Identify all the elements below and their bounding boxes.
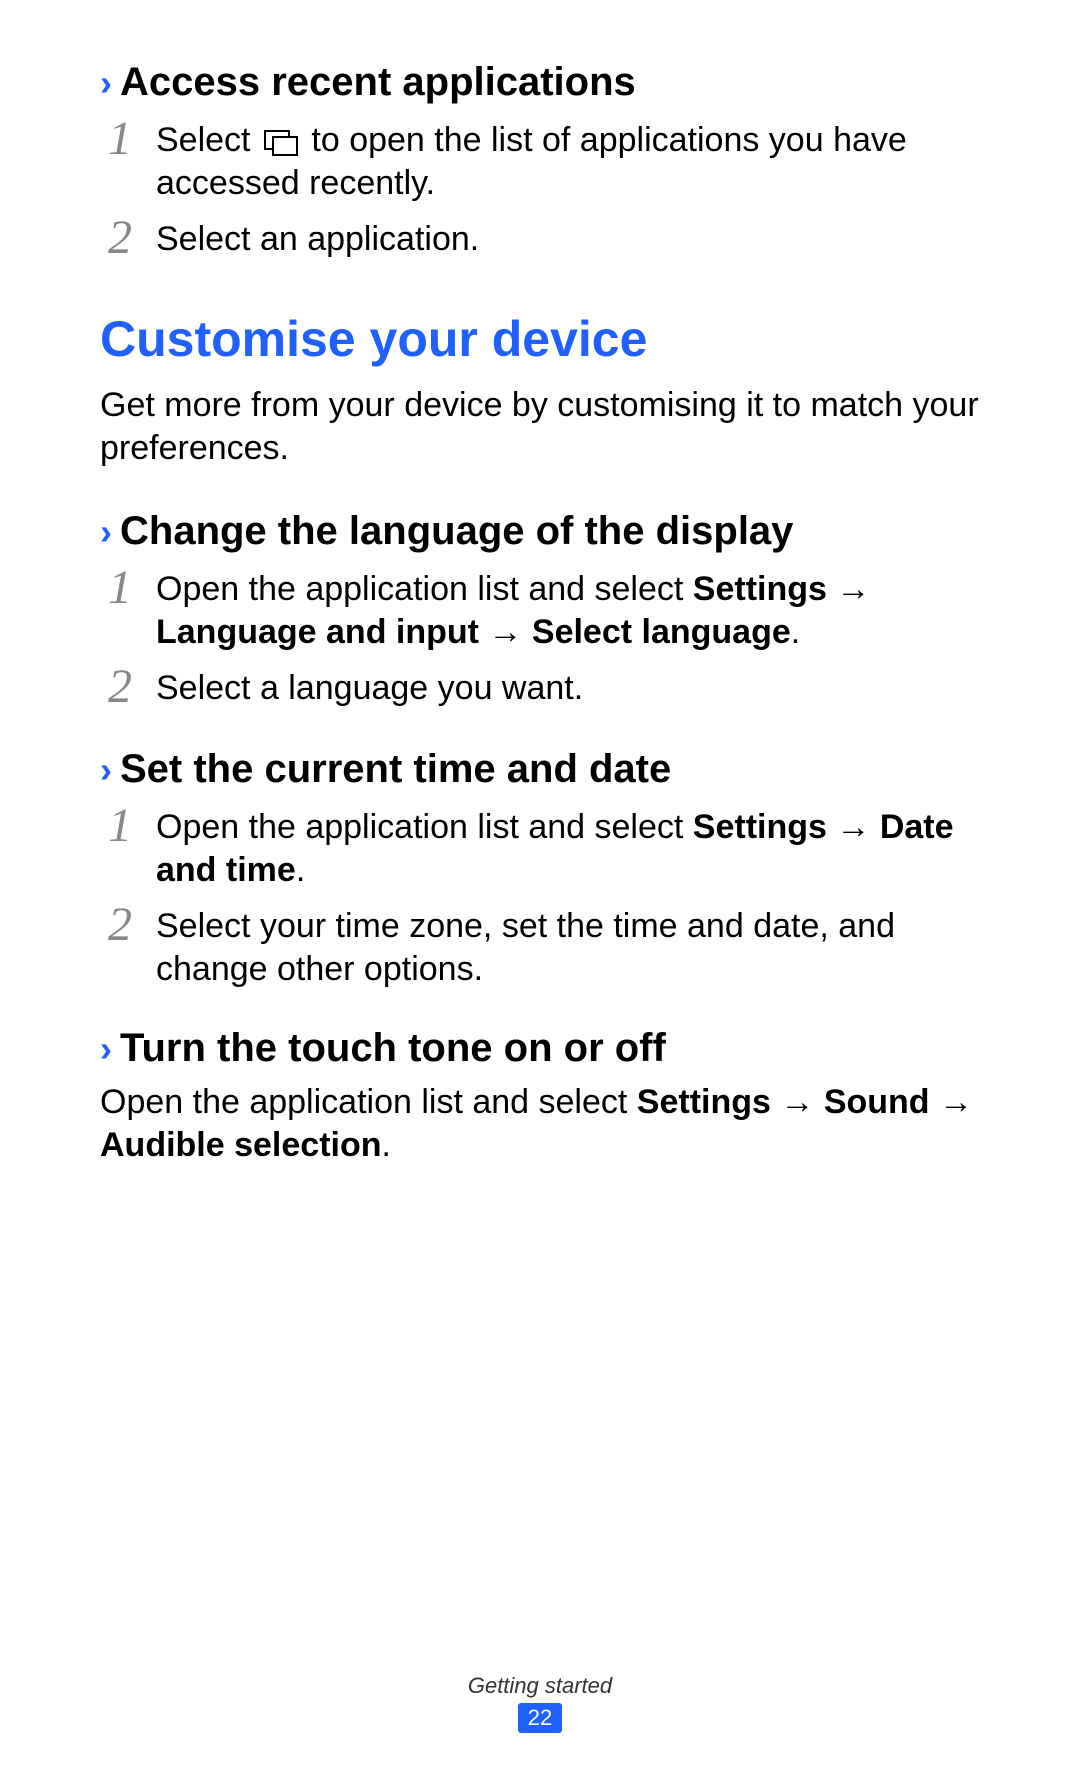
subheading-access-recent: › Access recent applications [100,60,980,105]
step-body: Open the application list and select Set… [156,802,980,891]
footer: Getting started 22 [0,1673,1080,1733]
para-t1: Open the application list and select [100,1083,637,1121]
step-text-pre: Select [156,121,260,159]
para-bold: Settings [637,1083,771,1121]
subheading-change-language: › Change the language of the display [100,509,980,554]
step-number: 1 [100,802,140,850]
page-number-badge: 22 [518,1703,562,1733]
step-tail: . [296,851,305,889]
intro-text: Get more from your device by customising… [100,384,980,469]
main-heading: Customise your device [100,310,980,368]
paragraph: Open the application list and select Set… [100,1081,980,1166]
step-number: 1 [100,564,140,612]
step-arrow: → [827,808,880,846]
step-t1: Open the application list and select [156,808,693,846]
para-arrow: → [930,1083,973,1121]
subheading-text: Access recent applications [120,60,636,105]
step-number: 2 [100,901,140,949]
chevron-icon: › [100,752,112,788]
para-tail: . [382,1126,391,1164]
step-arrow: → [479,613,532,651]
chevron-icon: › [100,1031,112,1067]
subheading-touch-tone: › Turn the touch tone on or off [100,1026,980,1071]
para-bold: Sound [824,1083,930,1121]
chevron-icon: › [100,65,112,101]
recent-apps-icon [264,130,298,154]
step-bold: Settings [693,808,827,846]
subheading-text: Change the language of the display [120,509,793,554]
step-bold: Select language [532,613,791,651]
step-row: 2 Select an application. [100,214,980,262]
step-bold: Language and input [156,613,479,651]
step-row: 2 Select a language you want. [100,663,980,711]
step-body: Select to open the list of applications … [156,115,980,204]
step-row: 1 Open the application list and select S… [100,564,980,653]
step-body: Select your time zone, set the time and … [156,901,980,990]
footer-section-label: Getting started [0,1673,1080,1699]
step-row: 1 Select to open the list of application… [100,115,980,204]
subheading-set-time-date: › Set the current time and date [100,747,980,792]
step-number: 2 [100,214,140,262]
subheading-text: Turn the touch tone on or off [120,1026,666,1071]
step-row: 1 Open the application list and select S… [100,802,980,891]
step-tail: . [791,613,800,651]
step-number: 2 [100,663,140,711]
step-body: Select an application. [156,214,479,261]
step-body: Open the application list and select Set… [156,564,980,653]
para-arrow: → [771,1083,824,1121]
step-bold: Settings [693,570,827,608]
step-body: Select a language you want. [156,663,583,710]
step-number: 1 [100,115,140,163]
para-bold: Audible selection [100,1126,382,1164]
subheading-text: Set the current time and date [120,747,671,792]
step-t1: Open the application list and select [156,570,693,608]
step-arrow: → [827,570,870,608]
step-row: 2 Select your time zone, set the time an… [100,901,980,990]
chevron-icon: › [100,514,112,550]
